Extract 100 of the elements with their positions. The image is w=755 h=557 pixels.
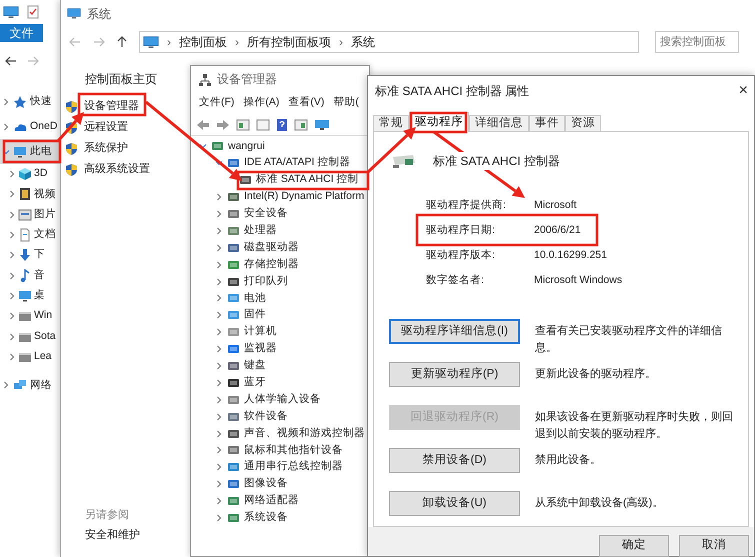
chevron-right-icon[interactable] xyxy=(8,170,16,178)
dialog-title: 标准 SATA AHCI 控制器 属性 xyxy=(375,83,530,100)
back-arrow-icon[interactable] xyxy=(5,56,17,66)
settings-link[interactable]: 设备管理器 xyxy=(84,98,139,115)
chevron-right-icon[interactable] xyxy=(8,272,16,280)
shield-icon xyxy=(65,100,78,114)
chevron-right-icon[interactable] xyxy=(8,190,16,198)
nav-item[interactable]: 3D xyxy=(0,164,62,184)
tree-item[interactable]: 键盘 xyxy=(191,358,369,374)
tab[interactable]: 详细信息 xyxy=(469,115,529,132)
tree-item[interactable]: 通用串行总线控制器 xyxy=(191,458,369,476)
settings-link[interactable]: 系统保护 xyxy=(84,140,128,157)
tree-item[interactable]: 软件设备 xyxy=(191,408,369,426)
chevron-right-icon[interactable] xyxy=(2,98,10,106)
chevron-right-icon[interactable] xyxy=(8,231,16,240)
up-arrow-icon[interactable] xyxy=(117,36,127,48)
controller-card-icon xyxy=(391,153,417,169)
settings-link[interactable]: 远程设置 xyxy=(84,119,128,136)
device-icon xyxy=(227,428,240,440)
menu-item[interactable]: 操作(A) xyxy=(243,95,280,111)
chevron-right-icon[interactable] xyxy=(8,251,16,260)
device-icon xyxy=(227,478,240,490)
tree-item[interactable]: 处理器 xyxy=(191,222,369,240)
chevron-right-icon[interactable] xyxy=(8,332,16,341)
tree-item[interactable]: 电池 xyxy=(191,290,369,307)
nav-item[interactable]: 文档 xyxy=(0,224,62,246)
window-title: 设备管理器 xyxy=(217,71,277,88)
tree-item[interactable]: 声音、视频和游戏控制器 xyxy=(191,425,369,442)
tree-item[interactable]: 磁盘驱动器 xyxy=(191,239,369,256)
drive-icon xyxy=(18,309,32,324)
tree-item[interactable]: 监视器 xyxy=(191,340,369,358)
monitor-icon[interactable] xyxy=(314,118,330,130)
shield-icon xyxy=(65,162,78,176)
breadcrumb-item[interactable]: 系统 xyxy=(351,33,375,51)
monitor-icon xyxy=(143,36,159,48)
field-value: Microsoft xyxy=(534,198,577,213)
see-also-link[interactable]: 安全和维护 xyxy=(85,525,140,545)
dialog-button[interactable]: 确定 xyxy=(599,535,669,557)
nav-item[interactable]: Win xyxy=(0,306,62,326)
nav-item[interactable]: 下 xyxy=(0,245,62,266)
tree-item[interactable]: 鼠标和其他指针设备 xyxy=(191,442,369,459)
tree-item[interactable]: 固件 xyxy=(191,306,369,324)
nav-item[interactable]: 音 xyxy=(0,265,62,286)
nav-item[interactable]: OneD xyxy=(0,114,62,139)
window-title: 系统 xyxy=(87,6,111,23)
tree-item[interactable]: 安全设备 xyxy=(191,206,369,222)
tree-item[interactable]: wangrui xyxy=(191,138,369,155)
menu-item[interactable]: 文件(F) xyxy=(199,95,234,111)
device-icon xyxy=(239,174,252,186)
dialog-button[interactable]: 取消 xyxy=(679,535,749,557)
breadcrumb-item[interactable]: 控制面板 xyxy=(179,33,227,51)
device-icon xyxy=(227,157,240,170)
window-icon[interactable] xyxy=(256,118,270,130)
tree-item[interactable]: 人体学输入设备 xyxy=(191,391,369,408)
address-bar[interactable]: › 控制面板 › 所有控制面板项 › 系统 xyxy=(139,31,639,53)
tab[interactable]: 资源 xyxy=(565,115,601,132)
chevron-right-icon[interactable] xyxy=(215,210,223,218)
chevron-right-icon[interactable] xyxy=(8,352,16,361)
chevron-right-icon[interactable] xyxy=(8,312,16,320)
tree-item[interactable]: 打印队列 xyxy=(191,273,369,290)
tree-item[interactable]: 标准 SATA AHCI 控制 xyxy=(191,172,369,189)
settings-link[interactable]: 高级系统设置 xyxy=(84,161,150,178)
chevron-right-icon[interactable] xyxy=(8,210,16,219)
tree-item[interactable]: 计算机 xyxy=(191,324,369,341)
forward-arrow-icon[interactable] xyxy=(216,118,230,130)
nav-item[interactable]: 视频 xyxy=(0,184,62,205)
chevron-right-icon[interactable] xyxy=(2,122,10,130)
tree-item[interactable]: 网络适配器 xyxy=(191,492,369,510)
nav-item[interactable]: 桌 xyxy=(0,286,62,306)
shield-icon xyxy=(65,120,78,134)
tree-item[interactable]: 系统设备 xyxy=(191,510,369,526)
search-field[interactable]: 搜索控制面板 xyxy=(655,31,739,53)
tree-item[interactable]: Intel(R) Dynamic Platform xyxy=(191,188,369,206)
nav-item[interactable]: 快速 xyxy=(0,89,62,114)
nav-item[interactable]: 图片 xyxy=(0,204,62,225)
action-button[interactable]: 禁用设备(D) xyxy=(389,448,520,473)
nav-item[interactable]: Sota xyxy=(0,326,62,347)
checklist-icon[interactable] xyxy=(27,5,39,19)
tree-item[interactable]: IDE ATA/ATAPI 控制器 xyxy=(191,154,369,172)
chevron-right-icon[interactable] xyxy=(2,381,10,390)
tab[interactable]: 事件 xyxy=(529,115,565,132)
tree-item[interactable]: 存储控制器 xyxy=(191,256,369,274)
help-icon[interactable] xyxy=(276,118,288,132)
tree-item[interactable]: 图像设备 xyxy=(191,476,369,493)
document-icon xyxy=(18,228,32,242)
action-button[interactable]: 卸载设备(U) xyxy=(389,491,520,516)
chevron-right-icon[interactable] xyxy=(8,292,16,300)
device-icon xyxy=(227,191,240,204)
chevron-down-icon[interactable] xyxy=(2,148,10,156)
breadcrumb-item[interactable]: 所有控制面板项 xyxy=(247,33,331,51)
menu-item[interactable]: 查看(V) xyxy=(288,95,324,111)
tree-item[interactable]: 蓝牙 xyxy=(191,374,369,392)
action-button[interactable]: 更新驱动程序(P) xyxy=(389,362,520,387)
close-button[interactable]: × xyxy=(738,79,748,103)
ribbon-tab[interactable]: 文件 xyxy=(0,24,43,42)
nav-item[interactable]: Lea xyxy=(0,346,62,367)
nav-item[interactable]: 网络 xyxy=(0,372,62,398)
action-button[interactable]: 驱动程序详细信息(I) xyxy=(389,319,520,344)
tab[interactable]: 常规 xyxy=(373,115,409,132)
menu-item[interactable]: 帮助( xyxy=(333,95,359,111)
